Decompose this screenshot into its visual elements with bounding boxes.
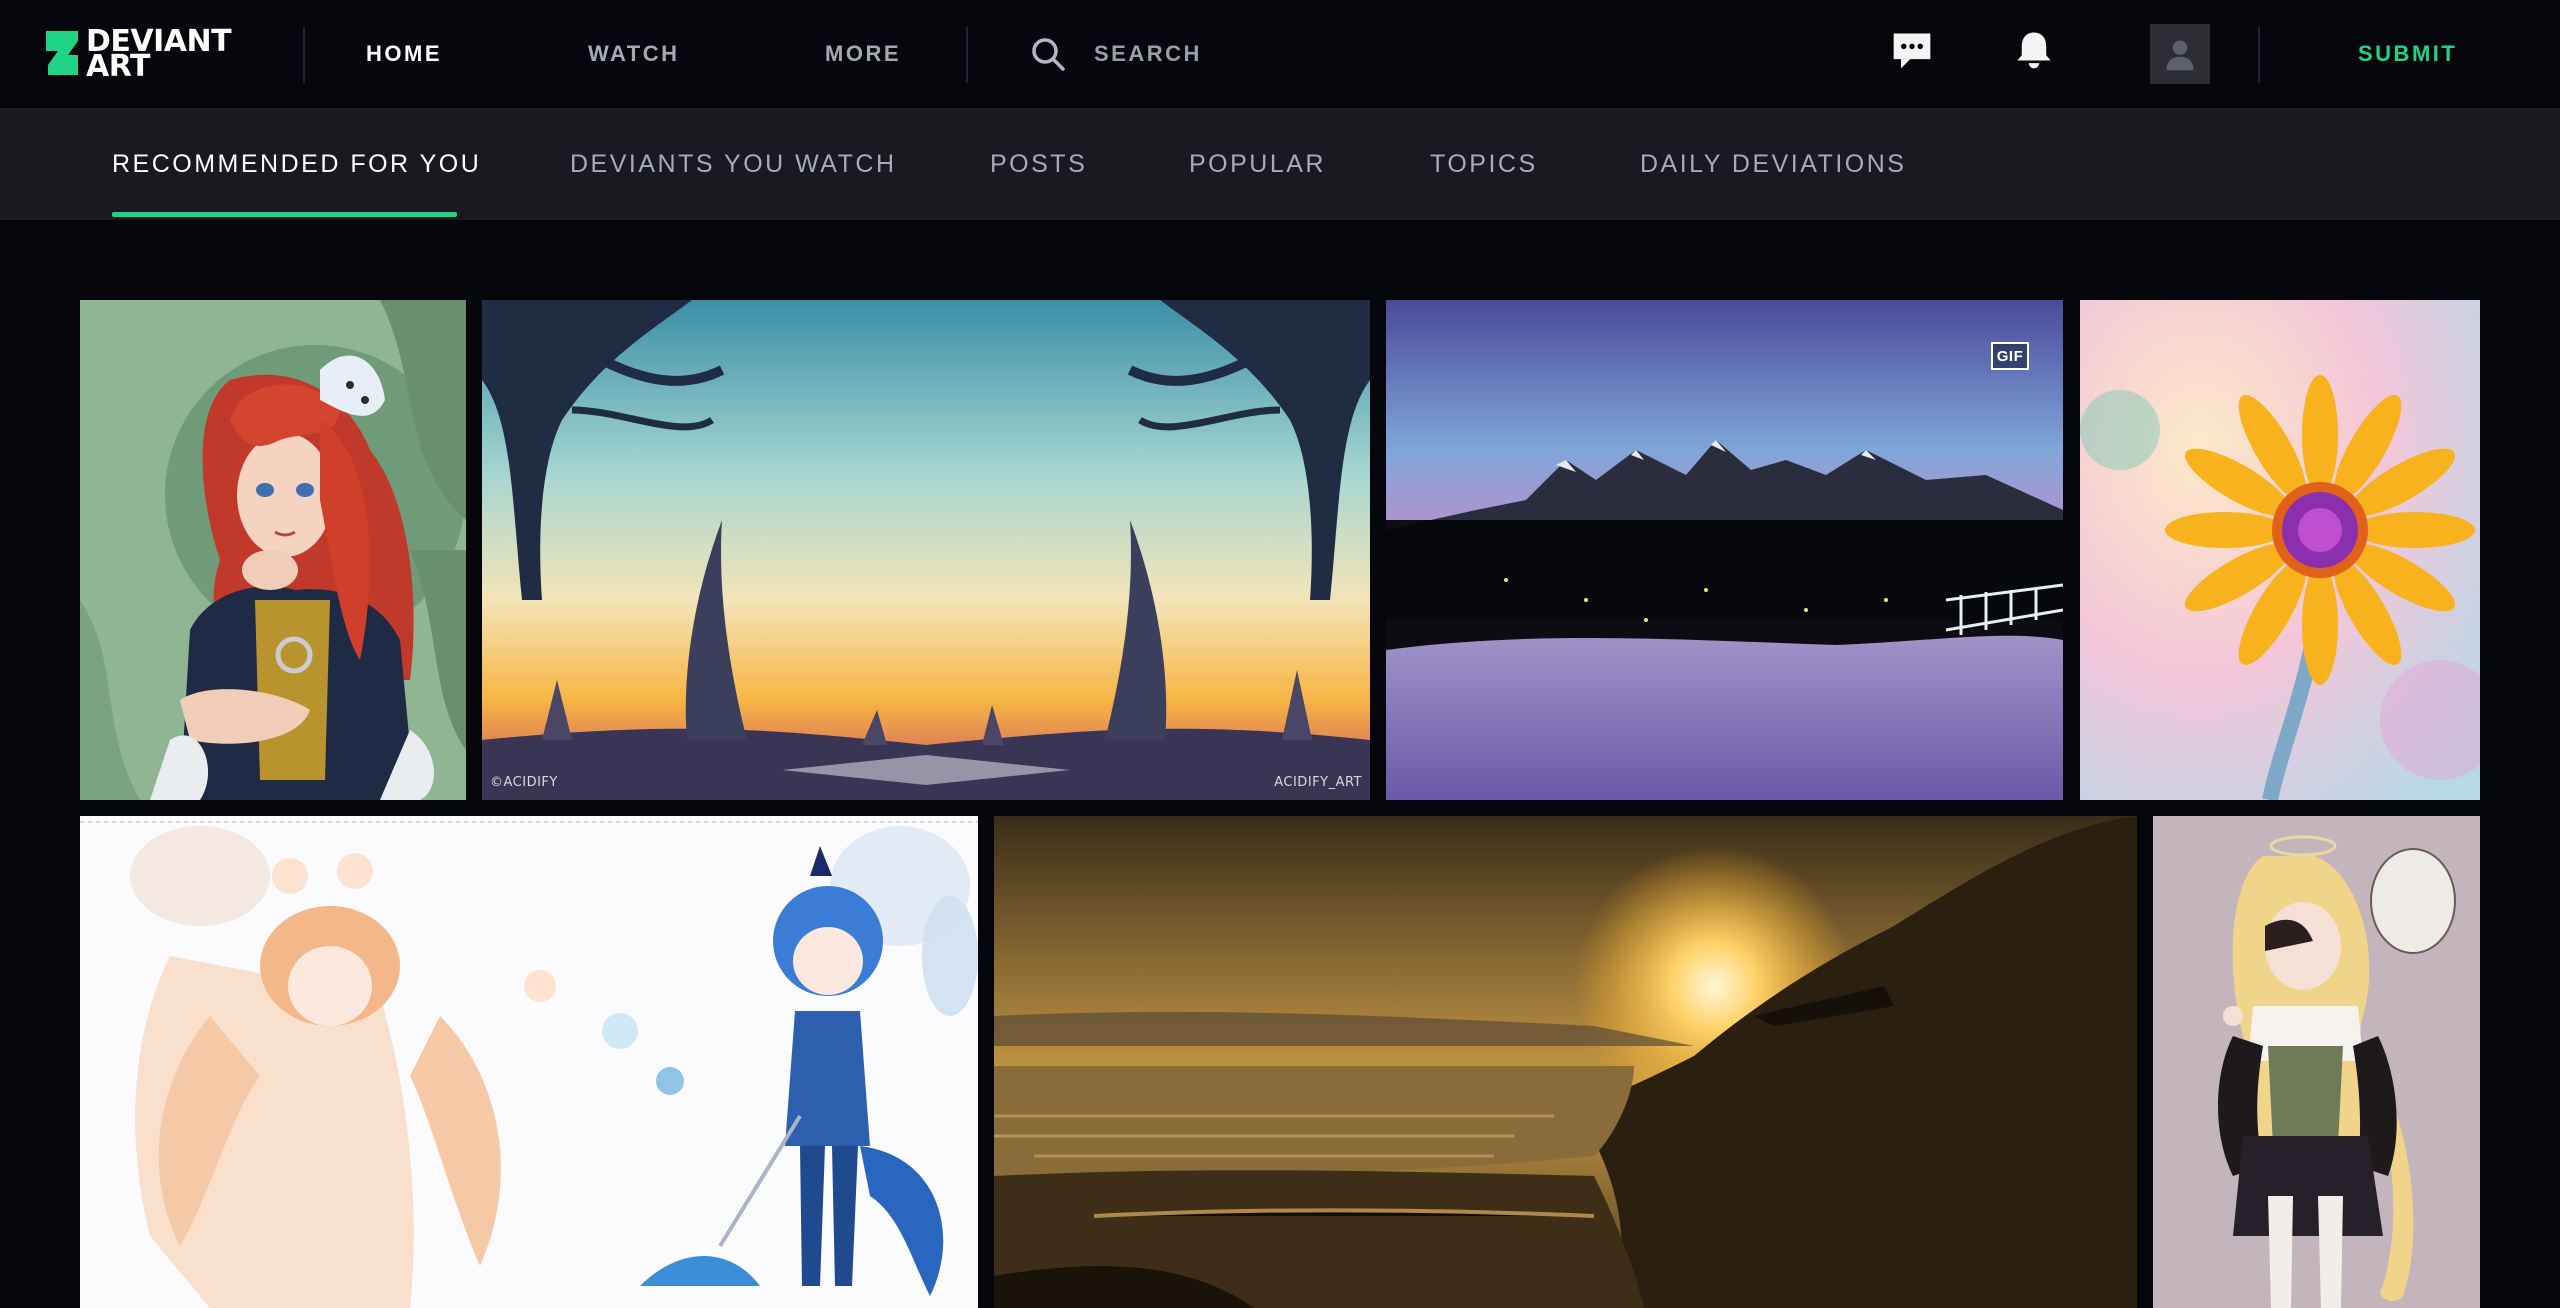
tab-daily-deviations[interactable]: DAILY DEVIATIONS [1640, 108, 1906, 220]
tab-popular[interactable]: POPULAR [1189, 108, 1326, 220]
nav-more[interactable]: MORE [825, 0, 901, 108]
search-bar[interactable]: SEARCH [1030, 0, 1202, 108]
notifications-button[interactable] [2010, 26, 2058, 74]
feed-tabs: RECOMMENDED FOR YOU DEVIANTS YOU WATCH P… [0, 108, 2560, 220]
deviantart-logo[interactable]: DEVIANT ART [44, 26, 234, 82]
submit-button[interactable]: SUBMIT [2358, 0, 2457, 108]
bell-icon [2017, 32, 2051, 69]
artwork-image [80, 816, 978, 1308]
chat-icon [1893, 33, 1931, 69]
artwork-image [482, 300, 1370, 800]
nav-home[interactable]: HOME [366, 0, 442, 108]
avatar-icon [2166, 40, 2194, 71]
tab-topics[interactable]: TOPICS [1430, 108, 1538, 220]
watermark-right: ACIDIFY_ART [1274, 775, 1362, 790]
gif-badge: GIF [1991, 342, 2029, 370]
nav-divider [303, 27, 305, 83]
gallery-tile-daisy[interactable] [2080, 300, 2480, 800]
tab-recommended[interactable]: RECOMMENDED FOR YOU [112, 108, 481, 220]
nav-divider [2258, 27, 2260, 83]
artwork-image [1386, 300, 2063, 800]
gallery-tile-mountain-lake[interactable]: GIF [1386, 300, 2063, 800]
tab-deviants-you-watch[interactable]: DEVIANTS YOU WATCH [570, 108, 897, 220]
gallery-tile-red-haired-girl[interactable] [80, 300, 466, 800]
tab-posts[interactable]: POSTS [990, 108, 1087, 220]
user-avatar-button[interactable] [2150, 24, 2210, 84]
chat-button[interactable] [1888, 26, 1936, 74]
gallery-tile-beach-sunset[interactable] [994, 816, 2137, 1308]
search-label: SEARCH [1094, 41, 1202, 66]
artwork-image [2153, 816, 2480, 1308]
gallery-tile-adopt-character[interactable] [2153, 816, 2480, 1308]
active-tab-indicator [112, 212, 457, 217]
nav-watch[interactable]: WATCH [588, 0, 680, 108]
deviantart-logo-icon [46, 31, 78, 75]
nav-divider [966, 27, 968, 83]
artwork-image [994, 816, 2137, 1308]
search-icon [1032, 38, 1065, 71]
top-navbar: DEVIANT ART HOME WATCH MORE SEARCH SUBMI… [0, 0, 2560, 108]
gallery-tile-sunset-landscape[interactable]: ©ACIDIFY ACIDIFY_ART [482, 300, 1370, 800]
artwork-image [2080, 300, 2480, 800]
watermark-left: ©ACIDIFY [490, 775, 558, 790]
artwork-image [80, 300, 466, 800]
gallery-tile-chibi-characters[interactable] [80, 816, 978, 1308]
